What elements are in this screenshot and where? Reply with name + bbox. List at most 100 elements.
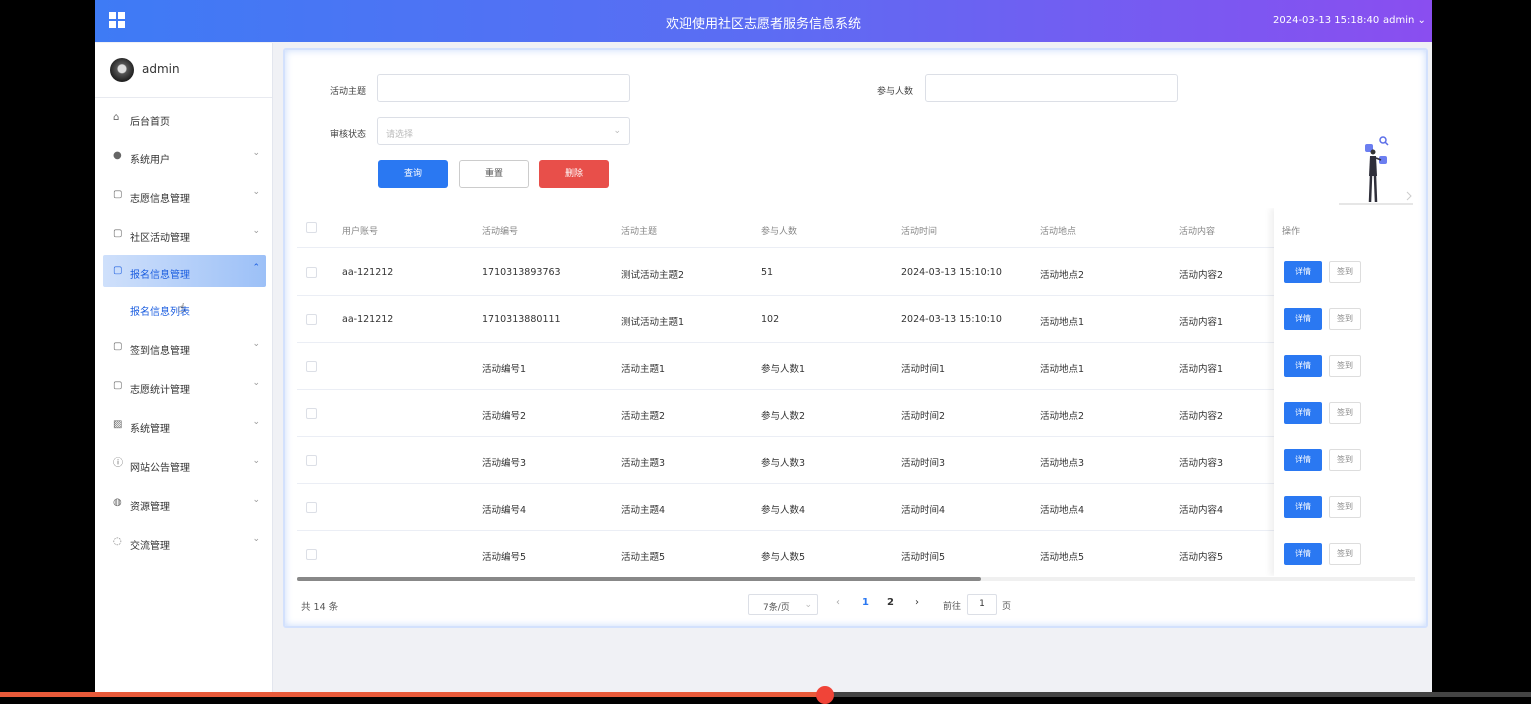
column-header: 用户账号: [342, 227, 379, 237]
sign-in-button[interactable]: 签到: [1329, 261, 1361, 283]
detail-button[interactable]: 详情: [1284, 449, 1322, 471]
pagination-total: 共 14 条: [301, 602, 339, 613]
table-cell: 活动内容3: [1179, 458, 1224, 469]
sidebar-item-label: 后台首页: [130, 117, 170, 128]
sidebar-user: admin: [95, 43, 272, 98]
sidebar-item[interactable]: ⌂ 后台首页: [103, 102, 266, 134]
people-input[interactable]: [925, 74, 1178, 102]
table-cell: aa-121212: [342, 314, 394, 325]
table-row[interactable]: aa-121212 1710313893763 测试活动主题2 51 2024-03-1…: [297, 249, 1415, 296]
page-size-select[interactable]: 7条/页 ⌄: [748, 594, 818, 615]
sidebar-item[interactable]: ▢ 报名信息管理 ⌃: [103, 255, 266, 287]
horizontal-scrollbar[interactable]: [297, 577, 1415, 581]
status-select[interactable]: 请选择 ⌄: [377, 117, 630, 145]
sidebar-item[interactable]: ▢ 志愿统计管理 ⌄: [103, 370, 266, 402]
reset-button[interactable]: 重置: [459, 160, 529, 188]
sidebar-item[interactable]: ◌ 交流管理 ⌄: [103, 526, 266, 558]
row-checkbox[interactable]: [306, 455, 317, 466]
select-all-checkbox[interactable]: [306, 222, 317, 233]
row-checkbox[interactable]: [306, 502, 317, 513]
table-cell: 活动时间5: [901, 552, 946, 563]
table-row[interactable]: 活动编号4 活动主题4 参与人数4 活动时间4 活动地点4 活动内容4: [297, 484, 1415, 531]
chevron-down-icon: ⌄: [1414, 15, 1426, 26]
row-checkbox[interactable]: [306, 408, 317, 419]
table-cell: 活动主题2: [621, 411, 666, 422]
page-unit-label: 页: [1002, 602, 1012, 612]
table-cell: 活动内容1: [1179, 364, 1224, 375]
chevron-down-icon: ⌄: [252, 378, 260, 388]
doc-icon: ▢: [113, 228, 123, 239]
sidebar-item[interactable]: ▢ 签到信息管理 ⌄: [103, 331, 266, 363]
page-size-value: 7条/页: [763, 603, 790, 613]
sidebar-item[interactable]: ◍ 资源管理 ⌄: [103, 487, 266, 519]
row-checkbox[interactable]: [306, 314, 317, 325]
chevron-down-icon: ⌄: [804, 600, 812, 610]
table-cell: 活动编号4: [482, 505, 527, 516]
sidebar-item[interactable]: ▨ 系统管理 ⌄: [103, 409, 266, 441]
page-number[interactable]: 1: [862, 597, 869, 608]
sign-in-button[interactable]: 签到: [1329, 402, 1361, 424]
prev-page-icon[interactable]: ‹: [836, 597, 840, 608]
header-user-menu[interactable]: admin ⌄: [1383, 15, 1426, 26]
table-cell: 参与人数2: [761, 411, 806, 422]
sign-in-button[interactable]: 签到: [1329, 355, 1361, 377]
row-checkbox[interactable]: [306, 267, 317, 278]
table-row[interactable]: aa-121212 1710313880111 测试活动主题1 102 2024-03-…: [297, 296, 1415, 343]
sidebar-item[interactable]: ▢ 志愿信息管理 ⌄: [103, 179, 266, 211]
goto-page-input[interactable]: 1: [967, 594, 997, 615]
detail-button[interactable]: 详情: [1284, 355, 1322, 377]
detail-button[interactable]: 详情: [1284, 261, 1322, 283]
row-checkbox[interactable]: [306, 549, 317, 560]
page-number[interactable]: 2: [887, 597, 894, 608]
query-button[interactable]: 查询: [378, 160, 448, 188]
doc-icon: ▢: [113, 189, 123, 200]
delete-button[interactable]: 删除: [539, 160, 609, 188]
table-cell: 2024-03-13 15:10:10: [901, 267, 1002, 278]
sidebar-item-label: 报名信息管理: [130, 270, 190, 281]
sign-in-button[interactable]: 签到: [1329, 449, 1361, 471]
sidebar-item-label: 签到信息管理: [130, 346, 190, 357]
table-row[interactable]: 活动编号2 活动主题2 参与人数2 活动时间2 活动地点2 活动内容2: [297, 390, 1415, 437]
topic-input[interactable]: [377, 74, 630, 102]
sign-in-button[interactable]: 签到: [1329, 543, 1361, 565]
table-cell: 活动地点1: [1040, 317, 1085, 328]
sidebar-item[interactable]: ▢ 社区活动管理 ⌄: [103, 218, 266, 250]
sign-in-button[interactable]: 签到: [1329, 308, 1361, 330]
chevron-down-icon: ⌄: [252, 456, 260, 466]
detail-button[interactable]: 详情: [1284, 543, 1322, 565]
table-cell: 活动时间4: [901, 505, 946, 516]
table-cell: 测试活动主题2: [621, 270, 685, 281]
chevron-down-icon: ⌄: [613, 126, 621, 136]
table-row[interactable]: 活动编号1 活动主题1 参与人数1 活动时间1 活动地点1 活动内容1: [297, 343, 1415, 390]
app-window: 欢迎使用社区志愿者服务信息系统 2024-03-13 15:18:40 admi…: [95, 0, 1432, 697]
progress-fill: [0, 692, 825, 697]
home-icon: ⌂: [113, 112, 120, 123]
column-header: 活动编号: [482, 227, 519, 237]
detail-button[interactable]: 详情: [1284, 402, 1322, 424]
next-page-icon[interactable]: ›: [915, 597, 919, 608]
table-cell: 活动编号1: [482, 364, 527, 375]
table-cell: 活动内容2: [1179, 411, 1224, 422]
top-header: 欢迎使用社区志愿者服务信息系统 2024-03-13 15:18:40 admi…: [95, 0, 1432, 42]
column-header: 活动主题: [621, 227, 658, 237]
sidebar-item[interactable]: ● 系统用户 ⌄: [103, 140, 266, 172]
detail-button[interactable]: 详情: [1284, 308, 1322, 330]
table-row[interactable]: 活动编号5 活动主题5 参与人数5 活动时间5 活动地点5 活动内容5: [297, 531, 1415, 576]
table-cell: 活动内容2: [1179, 270, 1224, 281]
scrollbar-thumb[interactable]: [297, 577, 981, 581]
person-illustration-icon: [1339, 136, 1413, 205]
data-table: 用户账号 活动编号 活动主题 参与人数 活动时间 活动地点 活动内容 aa-12…: [297, 208, 1415, 576]
sidebar-item[interactable]: ⓘ 网站公告管理 ⌄: [103, 448, 266, 480]
sidebar-item-label: 志愿统计管理: [130, 385, 190, 396]
topic-label: 活动主题: [330, 87, 367, 97]
table-cell: 测试活动主题1: [621, 317, 685, 328]
column-header: 活动时间: [901, 227, 938, 237]
table-row[interactable]: 活动编号3 活动主题3 参与人数3 活动时间3 活动地点3 活动内容3: [297, 437, 1415, 484]
sign-in-button[interactable]: 签到: [1329, 496, 1361, 518]
progress-knob[interactable]: [816, 686, 834, 704]
video-progress-bar[interactable]: [0, 686, 1531, 704]
chevron-down-icon: ⌄: [252, 187, 260, 197]
row-checkbox[interactable]: [306, 361, 317, 372]
detail-button[interactable]: 详情: [1284, 496, 1322, 518]
table-cell: 参与人数3: [761, 458, 806, 469]
